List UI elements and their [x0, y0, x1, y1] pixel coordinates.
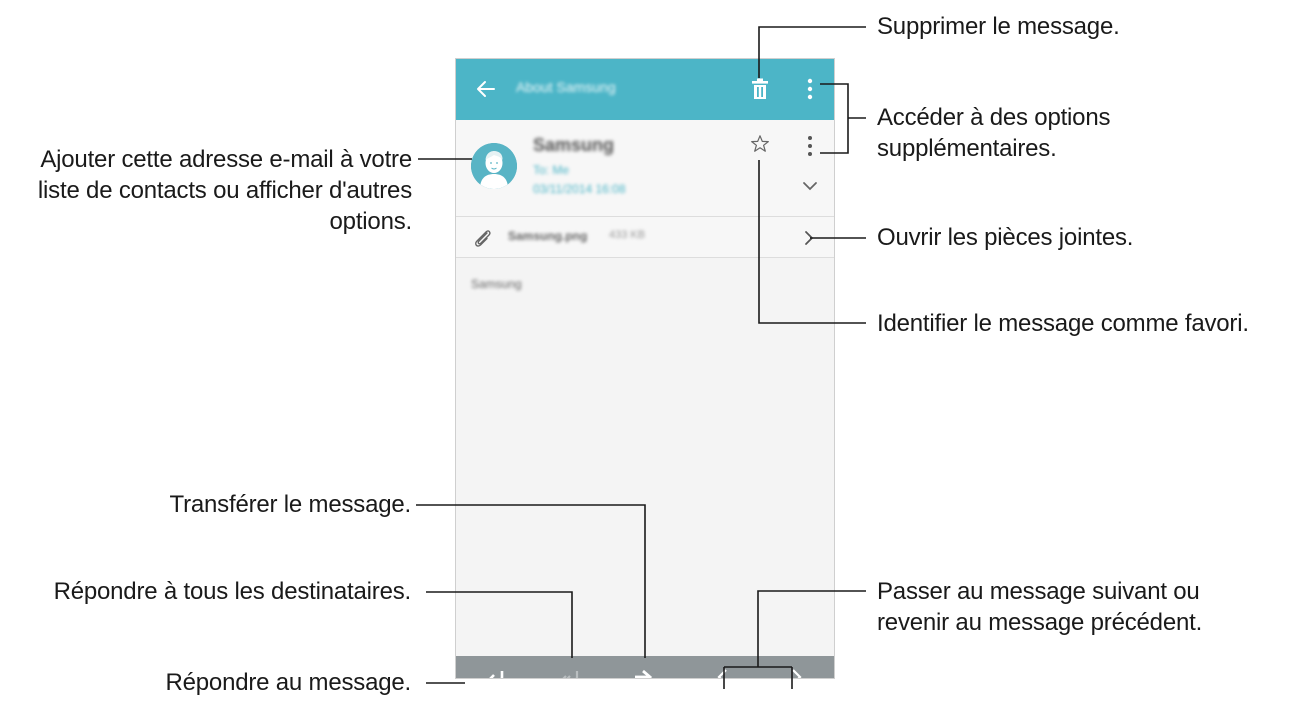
- paperclip-icon: [475, 230, 491, 247]
- callout-forward: Transférer le message.: [169, 491, 412, 518]
- next-icon[interactable]: [784, 665, 808, 679]
- sender-name: Samsung: [533, 135, 615, 155]
- attachment-name: Samsung.png: [508, 229, 588, 243]
- callout-options-line2: supplémentaires.: [877, 135, 1057, 162]
- attachment-size: 433 KB: [609, 229, 646, 241]
- app-header: About Samsung: [456, 59, 834, 120]
- callout-contact-line1: Ajouter cette adresse e-mail à votre: [40, 146, 412, 173]
- star-favorite-icon[interactable]: [750, 134, 770, 154]
- callout-favorite: Identifier le message comme favori.: [877, 310, 1249, 337]
- callout-contact-line2: liste de contacts ou afficher d'autres: [37, 177, 412, 204]
- sent-date: 03/11/2014 16:08: [533, 182, 626, 196]
- callout-attachments: Ouvrir les pièces jointes.: [877, 224, 1134, 251]
- back-arrow-icon[interactable]: [472, 75, 500, 103]
- callout-contact-line3: options.: [329, 208, 413, 235]
- sender-info: Samsung To: Me 03/11/2014 16:08: [456, 120, 834, 216]
- chevron-right-icon[interactable]: [802, 229, 816, 247]
- forward-icon[interactable]: [631, 665, 655, 679]
- trash-icon[interactable]: [747, 76, 773, 102]
- recipient-line: To: Me: [533, 163, 570, 177]
- divider: [456, 257, 834, 258]
- callout-reply: Répondre au message.: [165, 669, 412, 696]
- header-title: About Samsung: [516, 79, 616, 95]
- callout-navigate-line2: revenir au message précédent.: [877, 609, 1203, 636]
- email-view-screen: About Samsung Samsung To: Me 03/11/2014 …: [455, 58, 835, 679]
- callout-navigate-line1: Passer au message suivant ou: [877, 578, 1200, 605]
- callout-delete: Supprimer le message.: [877, 13, 1120, 40]
- bottom-action-bar: [456, 656, 834, 679]
- attachment-row[interactable]: Samsung.png 433 KB: [456, 217, 834, 257]
- reply-icon[interactable]: [484, 665, 508, 679]
- more-vertical-icon[interactable]: [802, 76, 818, 102]
- contact-avatar-icon[interactable]: [471, 143, 517, 189]
- reply-all-icon[interactable]: [558, 665, 582, 679]
- message-body: Samsung: [471, 277, 522, 291]
- sender-more-options-icon[interactable]: [802, 134, 818, 158]
- previous-icon[interactable]: [711, 665, 735, 679]
- chevron-down-icon[interactable]: [801, 179, 819, 193]
- callout-options-line1: Accéder à des options: [877, 104, 1111, 131]
- callout-reply-all: Répondre à tous les destinataires.: [53, 578, 412, 605]
